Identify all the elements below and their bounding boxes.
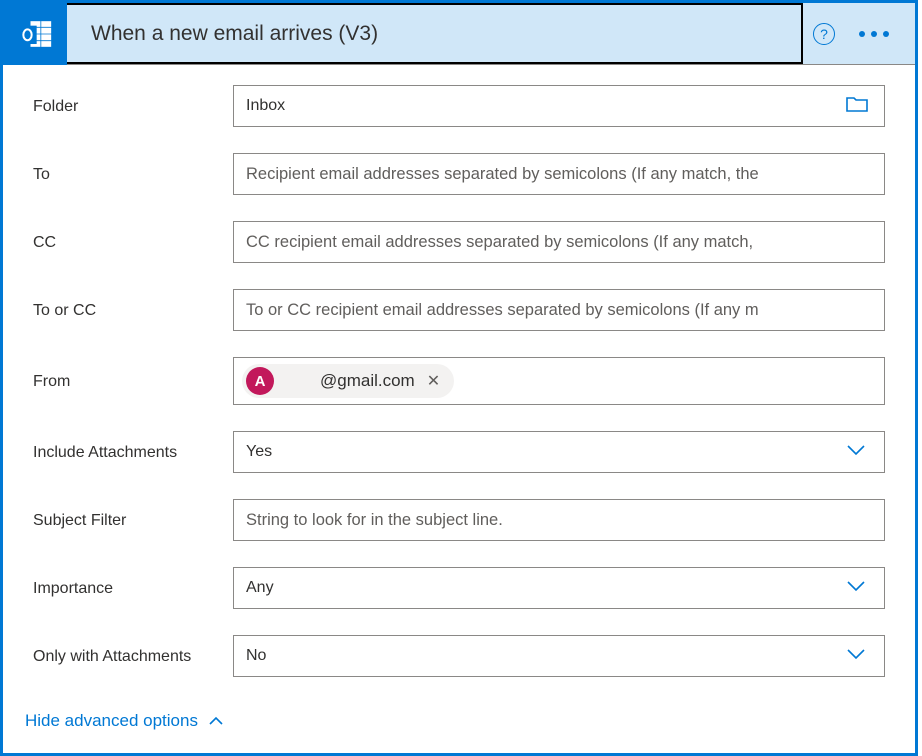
label-to-or-cc: To or CC [33,300,233,320]
chevron-down-icon [846,579,866,597]
label-to: To [33,164,233,184]
importance-select[interactable]: Any [233,567,885,609]
to-or-cc-input[interactable] [233,289,885,331]
row-to-or-cc: To or CC [33,289,885,331]
outlook-icon [15,14,55,54]
card-header: When a new email arrives (V3) ? [3,3,915,65]
label-importance: Importance [33,578,233,598]
row-subject-filter: Subject Filter [33,499,885,541]
to-input[interactable] [233,153,885,195]
label-only-with-attachments: Only with Attachments [33,646,233,666]
token-remove-icon[interactable]: ✕ [423,371,444,391]
row-include-attachments: Include Attachments Yes [33,431,885,473]
avatar: A [246,367,274,395]
importance-value: Any [246,579,274,597]
ellipsis-menu-icon[interactable] [853,25,895,43]
row-importance: Importance Any [33,567,885,609]
label-subject-filter: Subject Filter [33,510,233,530]
include-attachments-select[interactable]: Yes [233,431,885,473]
connector-icon-block [3,3,67,65]
chevron-up-icon [208,711,224,731]
include-attachments-value: Yes [246,443,272,461]
folder-input[interactable]: Inbox [233,85,885,127]
folder-value: Inbox [246,97,285,115]
chevron-down-icon [846,443,866,461]
row-only-with-attachments: Only with Attachments No [33,635,885,677]
chevron-down-icon [846,647,866,665]
only-with-attachments-value: No [246,647,266,665]
cc-input[interactable] [233,221,885,263]
trigger-card: When a new email arrives (V3) ? Folder I… [0,0,918,756]
label-cc: CC [33,232,233,252]
from-token: A @gmail.com ✕ [242,364,454,398]
label-include-attachments: Include Attachments [33,442,233,462]
subject-filter-input[interactable] [233,499,885,541]
folder-picker-icon[interactable] [846,95,868,118]
from-input[interactable]: A @gmail.com ✕ [233,357,885,405]
hide-advanced-options-link[interactable]: Hide advanced options [25,703,224,745]
only-with-attachments-select[interactable]: No [233,635,885,677]
token-text: @gmail.com [282,371,415,391]
card-body: Folder Inbox To CC To or C [3,65,915,753]
row-cc: CC [33,221,885,263]
card-title: When a new email arrives (V3) [91,22,378,46]
label-from: From [33,371,233,391]
row-folder: Folder Inbox [33,85,885,127]
advanced-link-text: Hide advanced options [25,711,198,731]
title-container[interactable]: When a new email arrives (V3) [67,3,803,64]
row-to: To [33,153,885,195]
help-icon[interactable]: ? [813,23,835,45]
row-from: From A @gmail.com ✕ [33,357,885,405]
label-folder: Folder [33,96,233,116]
header-actions: ? [813,23,915,45]
